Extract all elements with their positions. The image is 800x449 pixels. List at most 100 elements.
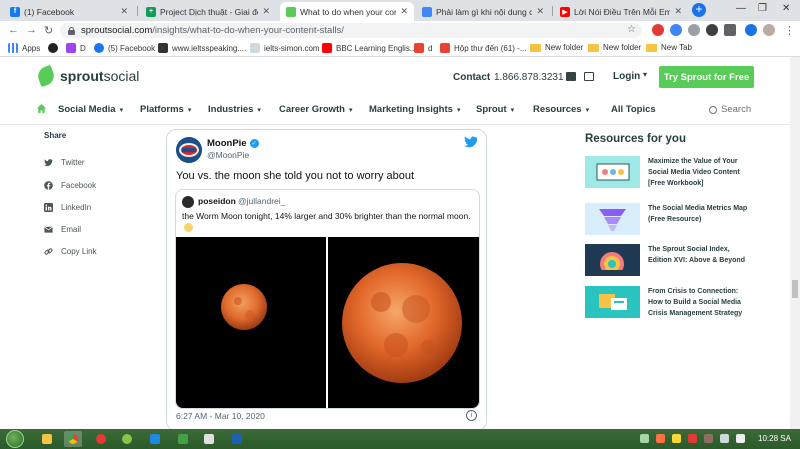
share-linkedin[interactable]: LinkedIn — [44, 203, 91, 212]
taskbar-opera[interactable] — [92, 431, 110, 447]
close-icon[interactable]: ✕ — [674, 6, 682, 17]
share-label: Facebook — [61, 181, 97, 190]
nav-marketing-insights[interactable]: Marketing Insights ▾ — [369, 104, 460, 115]
nav-platforms[interactable]: Platforms ▾ — [140, 104, 191, 115]
nav-resources[interactable]: Resources ▾ — [533, 104, 589, 115]
bookmark-bbc[interactable]: BBC Learning Englis... — [322, 43, 417, 53]
bookmark-d-mail[interactable]: d — [414, 43, 432, 53]
bookmark-inbox[interactable]: Hộp thư đến (61) -... — [440, 43, 527, 53]
nav-career-growth[interactable]: Career Growth ▾ — [279, 104, 353, 115]
resource-item[interactable]: Maximize the Value of Your Social Media … — [585, 156, 765, 190]
tab-facebook[interactable]: f (1) Facebook ✕ — [4, 2, 134, 21]
tab-doc[interactable]: Phải làm gì khi nội dung của bạ ✕ — [416, 2, 550, 21]
nav-all-topics[interactable]: All Topics — [611, 104, 656, 115]
avatar[interactable] — [763, 24, 775, 36]
resource-item[interactable]: From Crisis to Connection: How to Build … — [585, 286, 765, 320]
extension-icon[interactable] — [670, 24, 682, 36]
nav-industries[interactable]: Industries ▾ — [208, 104, 261, 115]
sproutsocial-logo[interactable]: sproutsocial — [35, 64, 139, 88]
share-twitter[interactable]: Twitter — [44, 158, 85, 167]
extension-icon[interactable] — [688, 24, 700, 36]
taskbar-explorer[interactable] — [38, 431, 56, 447]
share-copy-link[interactable]: Copy Link — [44, 247, 97, 256]
taskbar-app[interactable] — [174, 431, 192, 447]
phone-number[interactable]: 1.866.878.3231 — [494, 72, 564, 83]
tab-sproutsocial[interactable]: What to do when your content ✕ — [280, 2, 414, 21]
tray-icon[interactable] — [688, 434, 697, 443]
quoted-author-handle[interactable]: @jullandrei_ — [238, 196, 285, 206]
taskbar-word[interactable] — [228, 431, 246, 447]
quoted-author-avatar[interactable] — [182, 196, 194, 208]
taskbar-app[interactable] — [118, 431, 136, 447]
close-icon[interactable]: ✕ — [400, 6, 408, 17]
maximize-icon[interactable]: ❐ — [758, 3, 767, 14]
bookmark-star-icon[interactable]: ☆ — [627, 24, 636, 35]
resource-item[interactable]: The Sprout Social Index, Edition XVI: Ab… — [585, 244, 765, 278]
folder-icon — [588, 43, 599, 52]
tray-icon[interactable] — [704, 434, 713, 443]
tray-icon[interactable] — [640, 434, 649, 443]
page-scrollbar-track[interactable] — [790, 57, 800, 429]
taskbar-app[interactable] — [200, 431, 218, 447]
moonpie-logo-icon — [176, 137, 202, 163]
start-button[interactable] — [6, 430, 24, 448]
new-tab-button[interactable]: + — [692, 3, 706, 17]
share-facebook[interactable]: Facebook — [44, 181, 96, 190]
bookmark-facebook[interactable]: (5) Facebook — [94, 43, 155, 53]
minimize-icon[interactable]: — — [736, 3, 746, 14]
embedded-tweet[interactable]: MoonPie ✓ @MoonPie You vs. the moon she … — [166, 129, 487, 431]
menu-icon[interactable]: ⋮ — [784, 24, 795, 37]
tray-icon[interactable] — [672, 434, 681, 443]
try-sprout-free-button[interactable]: Try Sprout for Free — [659, 66, 754, 88]
quoted-author-name[interactable]: poseidon — [198, 196, 236, 206]
bookmark-folder[interactable]: New folder — [588, 43, 641, 52]
tweet-author-name[interactable]: MoonPie ✓ — [207, 138, 259, 149]
bookmark-ielts-simon[interactable]: ielts-simon.com — [250, 43, 320, 53]
bookmark-apps[interactable]: Apps — [8, 43, 40, 53]
tweet-media[interactable] — [176, 237, 479, 408]
home-icon[interactable] — [36, 103, 47, 114]
close-icon[interactable]: ✕ — [120, 6, 128, 17]
share-email[interactable]: Email — [44, 225, 81, 234]
bookmark-d[interactable]: D — [66, 43, 86, 53]
close-icon[interactable]: ✕ — [262, 6, 270, 17]
twitter-bird-icon[interactable] — [463, 136, 477, 148]
reload-icon[interactable]: ↻ — [44, 24, 53, 37]
nav-sprout[interactable]: Sprout ▾ — [476, 104, 514, 115]
taskbar-chrome[interactable] — [64, 431, 82, 447]
tray-icon[interactable] — [656, 434, 665, 443]
close-icon[interactable]: ✕ — [536, 6, 544, 17]
address-bar[interactable]: sproutsocial.com/insights/what-to-do-whe… — [60, 23, 642, 38]
volume-icon[interactable] — [736, 434, 745, 443]
contact-link[interactable]: Contact — [453, 72, 490, 83]
login-link[interactable]: Login — [613, 71, 640, 82]
page-scrollbar-thumb[interactable] — [792, 280, 798, 298]
taskbar-clock[interactable]: 10:28 SA — [758, 434, 791, 443]
bookmark-folder[interactable]: New folder — [530, 43, 583, 52]
puzzle-icon[interactable] — [724, 24, 736, 36]
back-arrow-icon[interactable]: ← — [8, 24, 19, 36]
bookmark-ieltsspeaking[interactable]: www.ieltsspeaking.... — [158, 43, 246, 53]
info-icon[interactable]: i — [466, 410, 477, 421]
sync-icon[interactable] — [745, 24, 757, 36]
calendar-icon[interactable] — [584, 72, 594, 81]
bookmark-camera[interactable] — [48, 43, 62, 53]
tab-youtube[interactable]: ▶ Lời Nói Điều Trên Mỗi Em ✕ — [554, 2, 688, 21]
extension-icon[interactable] — [706, 24, 718, 36]
window-close-icon[interactable]: ✕ — [782, 3, 790, 14]
search-link[interactable]: Search — [709, 104, 751, 115]
bookmark-folder[interactable]: New Tab — [646, 43, 692, 52]
quoted-tweet[interactable]: poseidon @jullandrei_ the Worm Moon toni… — [175, 189, 480, 409]
opera-icon[interactable] — [652, 24, 664, 36]
email-icon[interactable] — [566, 72, 576, 81]
network-icon[interactable] — [720, 434, 729, 443]
tab-project[interactable]: + Project Dịch thuật - Giai đoạn 2 ✕ — [140, 2, 276, 21]
forward-arrow-icon[interactable]: → — [26, 24, 37, 36]
resource-item[interactable]: The Social Media Metrics Map (Free Resou… — [585, 203, 765, 237]
tweet-timestamp[interactable]: 6:27 AM - Mar 10, 2020 — [176, 411, 265, 421]
tweet-author-avatar[interactable] — [176, 137, 202, 163]
bookmark-label: D — [80, 43, 86, 53]
taskbar-app[interactable] — [146, 431, 164, 447]
tweet-author-handle[interactable]: @MoonPie — [207, 150, 249, 160]
nav-social-media[interactable]: Social Media ▾ — [58, 104, 123, 115]
